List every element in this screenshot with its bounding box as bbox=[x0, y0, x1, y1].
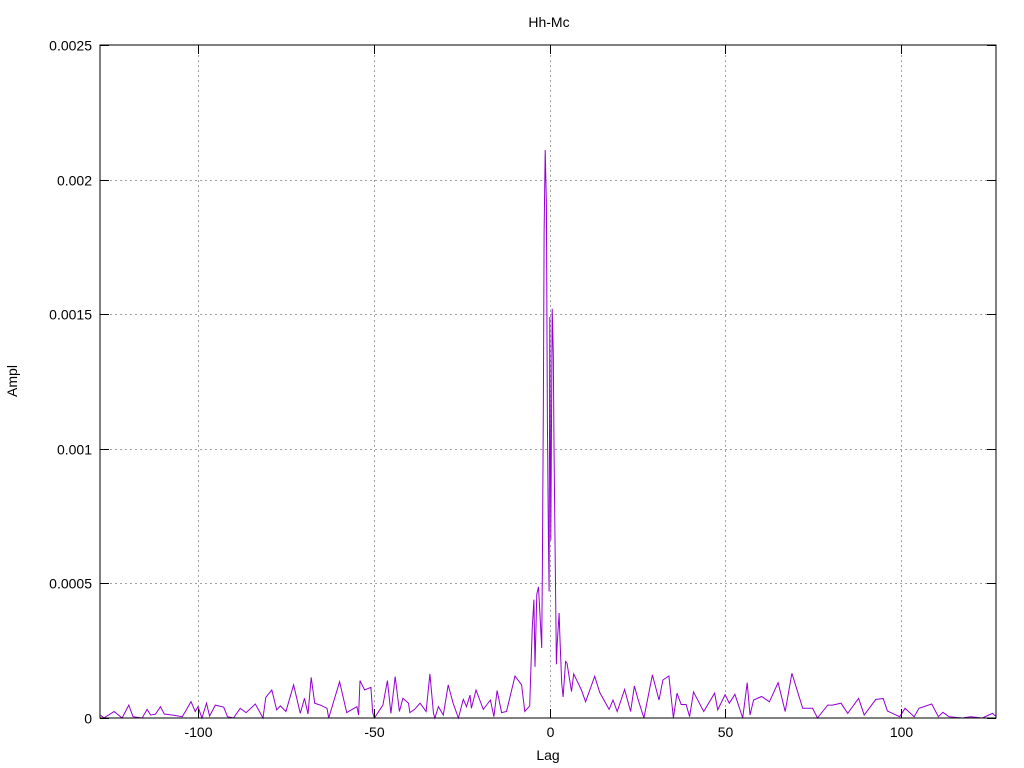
y-tick-label: 0.002 bbox=[57, 173, 92, 189]
x-axis-label: Lag bbox=[536, 747, 559, 763]
y-tick-label: 0.001 bbox=[57, 442, 92, 458]
x-tick-label: 100 bbox=[890, 724, 914, 740]
y-axis-label: Ampl bbox=[4, 365, 20, 397]
ticks bbox=[100, 45, 996, 719]
chart-title: Hh-Mc bbox=[528, 14, 569, 30]
chart: -100 -50 0 50 100 0 0.0005 0.001 0.0015 0.002 0.00… bbox=[4, 14, 997, 763]
series-line bbox=[100, 149, 996, 720]
y-tick-label: 0.0025 bbox=[49, 38, 92, 54]
x-tick-label: 50 bbox=[718, 724, 734, 740]
tick-labels: -100 -50 0 50 100 0 0.0005 0.001 0.0015 0.002 0.00… bbox=[49, 38, 913, 741]
x-tick-label: -50 bbox=[364, 724, 384, 740]
x-tick-label: 0 bbox=[547, 724, 555, 740]
y-tick-label: 0.0005 bbox=[49, 576, 92, 592]
plot-frame bbox=[99, 44, 997, 719]
y-tick-label: 0 bbox=[84, 711, 92, 727]
y-tick-label: 0.0015 bbox=[49, 307, 92, 323]
x-tick-label: -100 bbox=[184, 724, 212, 740]
series-layer bbox=[100, 149, 996, 720]
grid bbox=[100, 45, 996, 718]
